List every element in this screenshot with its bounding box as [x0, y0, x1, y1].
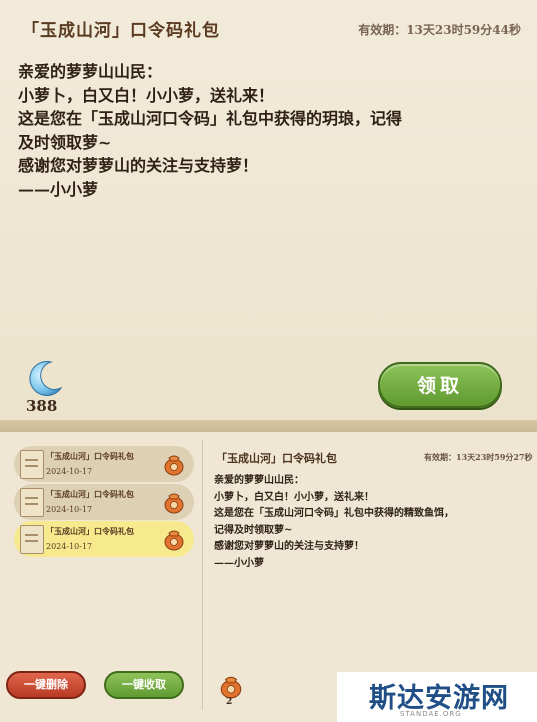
mail-body-line: 这是您在「玉成山河口令码」礼包中获得的玥琅，记得: [18, 109, 403, 128]
detail-body-line: ——小小萝: [214, 557, 264, 569]
mail-item-title: 「玉成山河」口令码礼包: [46, 526, 134, 536]
mail-body: 亲爱的萝萝山山民： 小萝卜，白又白！小小萝，送礼来！ 这是您在「玉成山河口令码」…: [18, 60, 518, 201]
reward-item[interactable]: [22, 358, 68, 402]
column-divider: [202, 440, 203, 710]
mail-list-item-selected[interactable]: 「玉成山河」口令码礼包 2024-10-17: [14, 521, 194, 557]
mail-body-line: ——小小萝: [18, 179, 99, 199]
letter-icon: [20, 450, 44, 479]
mail-expiry: 有效期：13天23时59分44秒: [358, 23, 521, 37]
reward-count: 388: [26, 397, 58, 415]
detail-body-line: 小萝卜，白又白！小小萝，送礼来！: [214, 491, 374, 503]
watermark-subtext: STANDAE.ORG: [400, 710, 462, 718]
letter-icon: [20, 488, 44, 517]
detail-mail-body: 亲爱的萝萝山山民： 小萝卜，白又白！小小萝，送礼来！ 这是您在「玉成山河口令码」…: [214, 473, 532, 572]
detail-body-line: 感谢您对萝萝山的关注与支持萝！: [214, 541, 364, 552]
detail-mail-expiry: 有效期：13天23时59分27秒: [424, 452, 533, 462]
mail-list-item[interactable]: 「玉成山河」口令码礼包 2024-10-17: [14, 446, 194, 482]
mail-list-item[interactable]: 「玉成山河」口令码礼包 2024-10-17: [14, 484, 194, 520]
detail-body-line: 这是您在「玉成山河口令码」礼包中获得的精致鱼饵，: [214, 508, 454, 519]
detail-body-line: 亲爱的萝萝山山民：: [214, 475, 304, 486]
gift-bag-icon: [164, 530, 184, 551]
mail-body-line: 小萝卜，白又白！小小萝，送礼来！: [18, 85, 275, 105]
mail-title: 「玉成山河」口令码礼包: [22, 21, 220, 41]
gift-bag-icon: [220, 676, 242, 699]
mail-item-date: 2024-10-17: [46, 505, 93, 514]
detail-reward-count: 2: [226, 697, 233, 707]
mail-item-title: 「玉成山河」口令码礼包: [46, 451, 134, 461]
mail-body-line: 亲爱的萝萝山山民：: [18, 62, 163, 81]
mail-item-title: 「玉成山河」口令码礼包: [46, 489, 134, 499]
claim-button[interactable]: 领取: [378, 362, 502, 408]
detail-body-line: 记得及时领取萝~: [214, 524, 293, 536]
crescent-moon-icon: [29, 361, 63, 396]
section-divider: [0, 420, 537, 432]
gift-bag-icon: [164, 493, 184, 514]
mail-body-line: 感谢您对萝萝山的关注与支持萝！: [18, 156, 259, 175]
letter-icon: [20, 525, 44, 554]
mail-item-date: 2024-10-17: [46, 542, 93, 551]
watermark: 斯达安游网 STANDAE.ORG: [337, 672, 537, 722]
mail-body-line: 及时领取萝~: [18, 132, 112, 152]
collect-all-button[interactable]: 一键收取: [104, 671, 184, 699]
mail-item-date: 2024-10-17: [46, 467, 93, 476]
delete-all-button[interactable]: 一键删除: [6, 671, 86, 699]
detail-mail-title: 「玉成山河」口令码礼包: [216, 452, 337, 465]
gift-bag-icon: [164, 455, 184, 476]
